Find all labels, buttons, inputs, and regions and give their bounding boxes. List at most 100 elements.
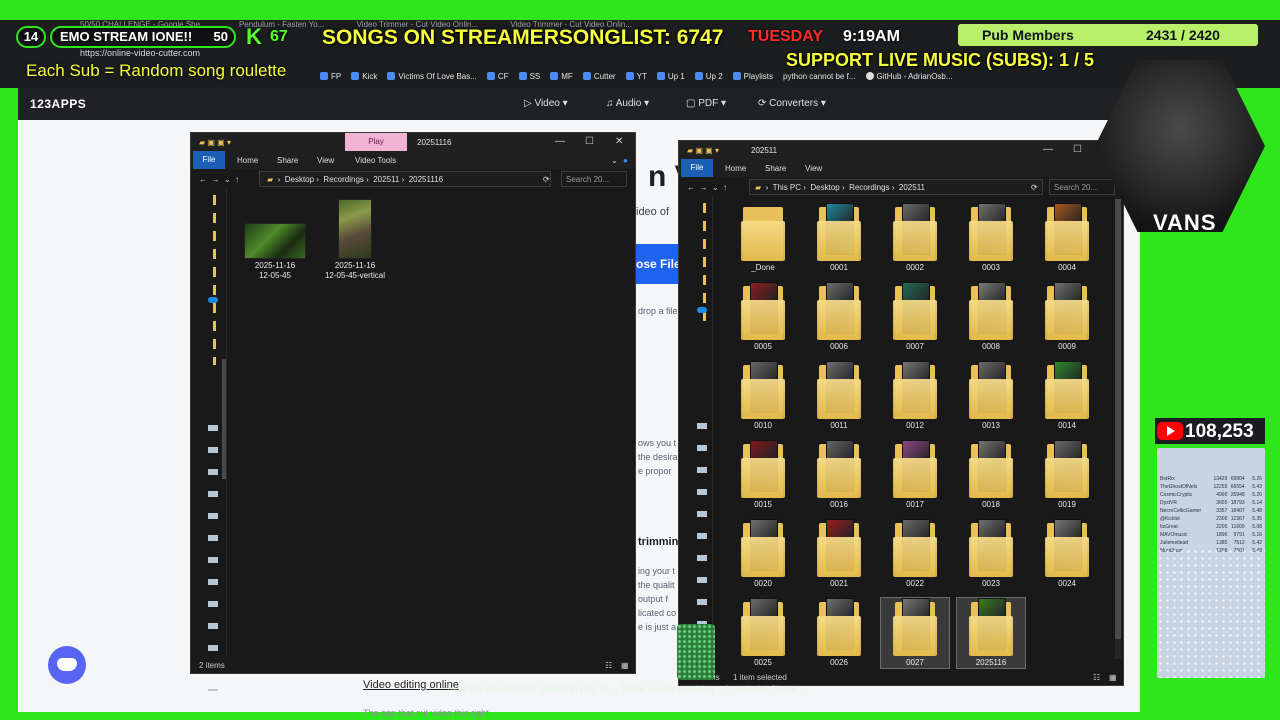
title-bar[interactable]: ▰ ▣ ▣ ▾ 202511 — ☐ bbox=[679, 141, 1123, 159]
nav-pdf[interactable]: ▢ PDF ▾ bbox=[686, 98, 726, 109]
video-file[interactable]: 2025-11-16 12-05-45 bbox=[241, 223, 309, 281]
bookmark-cutter[interactable]: Cutter bbox=[582, 72, 616, 81]
thumbnail-view-icon[interactable]: ▦ bbox=[621, 661, 629, 670]
thumbnail-view-icon[interactable]: ▦ bbox=[1109, 673, 1117, 682]
title-bar[interactable]: ▰ ▣ ▣ ▾ Play 20251116 — ☐ ✕ bbox=[191, 133, 635, 151]
close-icon[interactable]: ✕ bbox=[615, 136, 623, 147]
ribbon-tab-view[interactable]: View bbox=[805, 164, 822, 173]
folder-item[interactable]: 0026 bbox=[805, 598, 873, 668]
nav-arrows[interactable]: ← → ⌄ ↑ bbox=[687, 183, 727, 192]
ribbon-tab-file[interactable]: File bbox=[681, 159, 713, 177]
nav-converters[interactable]: ⟳ Converters ▾ bbox=[758, 98, 826, 109]
breadcrumb-item[interactable]: 202511 bbox=[373, 175, 399, 184]
folder-item[interactable]: 0015 bbox=[729, 440, 797, 510]
content-scrollbar[interactable] bbox=[1115, 199, 1121, 659]
folder-item[interactable]: _Done bbox=[729, 203, 797, 273]
folder-front bbox=[893, 300, 937, 340]
folder-item[interactable]: 0014 bbox=[1033, 361, 1101, 431]
minimize-icon[interactable]: — bbox=[1043, 144, 1053, 155]
folder-item[interactable]: 0003 bbox=[957, 203, 1025, 273]
bookmark-ss[interactable]: SS bbox=[518, 72, 540, 81]
bookmark-up2[interactable]: Up 2 bbox=[694, 72, 723, 81]
scrollbar-thumb[interactable] bbox=[1115, 199, 1121, 639]
ribbon-tab-home[interactable]: Home bbox=[725, 164, 746, 173]
maximize-icon[interactable]: ☐ bbox=[585, 136, 594, 147]
bookmark-up1[interactable]: Up 1 bbox=[656, 72, 685, 81]
ribbon-tab-view[interactable]: View bbox=[317, 156, 334, 165]
folder-item[interactable]: 0022 bbox=[881, 519, 949, 589]
refresh-icon[interactable]: ⟳ bbox=[543, 175, 550, 184]
folder-front bbox=[817, 616, 861, 656]
video-file-vertical[interactable]: 2025-11-16 12-05-45-vertical bbox=[321, 199, 389, 281]
folder-icon bbox=[741, 440, 785, 498]
breadcrumb-item[interactable]: 20251116 bbox=[409, 175, 443, 184]
browser-url[interactable]: https://online-video-cutter.com bbox=[80, 48, 500, 60]
breadcrumb-item[interactable]: Desktop bbox=[810, 183, 839, 192]
search-box[interactable]: Search 20... bbox=[561, 171, 627, 187]
folder-item[interactable]: 0024 bbox=[1033, 519, 1101, 589]
bookmark-cf[interactable]: CF bbox=[486, 72, 509, 81]
bookmark-yt[interactable]: YT bbox=[625, 72, 647, 81]
maximize-icon[interactable]: ☐ bbox=[1073, 144, 1082, 155]
folder-item[interactable]: 0007 bbox=[881, 282, 949, 352]
help-icon[interactable]: ● bbox=[623, 156, 628, 165]
folder-item[interactable]: 0025 bbox=[729, 598, 797, 668]
navigation-pane[interactable] bbox=[679, 197, 713, 683]
bookmark-playlists[interactable]: Playlists bbox=[732, 72, 773, 81]
bookmark-python[interactable]: python cannot be f... bbox=[783, 72, 856, 81]
para-fragment: ows you t bbox=[638, 438, 677, 448]
nav-arrows[interactable]: ← → ⌄ ↑ bbox=[199, 175, 239, 184]
folder-item[interactable]: 0002 bbox=[881, 203, 949, 273]
folder-item[interactable]: 0012 bbox=[881, 361, 949, 431]
folder-item[interactable]: 0001 bbox=[805, 203, 873, 273]
folder-item[interactable]: 0020 bbox=[729, 519, 797, 589]
folder-item[interactable]: 2025116 bbox=[956, 597, 1026, 669]
details-view-icon[interactable]: ☷ bbox=[605, 661, 612, 670]
folder-item[interactable]: 0019 bbox=[1033, 440, 1101, 510]
folder-item[interactable]: 0013 bbox=[957, 361, 1025, 431]
details-view-icon[interactable]: ☷ bbox=[1093, 673, 1100, 682]
bookmark-github[interactable]: GitHub - AdrianOsb... bbox=[865, 72, 953, 81]
folder-item[interactable]: 0016 bbox=[805, 440, 873, 510]
folder-item[interactable]: 0018 bbox=[957, 440, 1025, 510]
bookmark-fp[interactable]: FP bbox=[320, 72, 341, 81]
ribbon-tab-share[interactable]: Share bbox=[765, 164, 786, 173]
choose-file-button[interactable]: ose File bbox=[634, 244, 682, 284]
folder-item[interactable]: 0023 bbox=[957, 519, 1025, 589]
ribbon-tab-video-tools[interactable]: Video Tools bbox=[355, 156, 396, 165]
folder-item[interactable]: 0005 bbox=[729, 282, 797, 352]
folder-item[interactable]: 0004 bbox=[1033, 203, 1101, 273]
breadcrumb-item[interactable]: Recordings bbox=[849, 183, 889, 192]
ribbon-expand-icon[interactable]: ⌄ bbox=[611, 156, 618, 165]
ribbon-tab-share[interactable]: Share bbox=[277, 156, 298, 165]
bookmark-mf[interactable]: MF bbox=[550, 72, 573, 81]
folder-item[interactable]: 0009 bbox=[1033, 282, 1101, 352]
folder-item[interactable]: 0027 bbox=[880, 597, 950, 669]
folder-item[interactable]: 0017 bbox=[881, 440, 949, 510]
folder-item[interactable]: 0006 bbox=[805, 282, 873, 352]
breadcrumb-item[interactable]: Desktop bbox=[285, 175, 314, 184]
nav-audio[interactable]: ♫ Audio ▾ bbox=[606, 98, 649, 109]
minimize-icon[interactable]: — bbox=[555, 136, 565, 147]
bookmark-kick[interactable]: Kick bbox=[351, 72, 377, 81]
bookmark-victims[interactable]: Victims Of Love Bas... bbox=[387, 72, 477, 81]
breadcrumb-item[interactable]: This PC bbox=[773, 183, 801, 192]
breadcrumb[interactable]: ▰ › Desktop › Recordings › 202511 › 2025… bbox=[267, 175, 443, 184]
breadcrumb[interactable]: ▰ › This PC › Desktop › Recordings › 202… bbox=[755, 183, 925, 192]
play-contextual-tab[interactable]: Play bbox=[345, 133, 407, 151]
folder-item[interactable]: 0010 bbox=[729, 361, 797, 431]
breadcrumb-item[interactable]: 202511 bbox=[899, 183, 925, 192]
ribbon-tab-home[interactable]: Home bbox=[237, 156, 258, 165]
ribbon-tab-file[interactable]: File bbox=[193, 151, 225, 169]
navigation-pane[interactable] bbox=[191, 189, 227, 691]
nav-video[interactable]: ▷ Video ▾ bbox=[524, 98, 568, 109]
search-box[interactable]: Search 20... bbox=[1049, 179, 1115, 195]
site-logo[interactable]: 123APPS bbox=[30, 97, 86, 111]
folder-item[interactable]: 0011 bbox=[805, 361, 873, 431]
nav-scrollbar[interactable] bbox=[222, 359, 226, 479]
breadcrumb-item[interactable]: Recordings bbox=[323, 175, 363, 184]
refresh-icon[interactable]: ⟳ bbox=[1031, 183, 1038, 192]
folder-item[interactable]: 0008 bbox=[957, 282, 1025, 352]
folder-item[interactable]: 0021 bbox=[805, 519, 873, 589]
folder-front bbox=[741, 458, 785, 498]
